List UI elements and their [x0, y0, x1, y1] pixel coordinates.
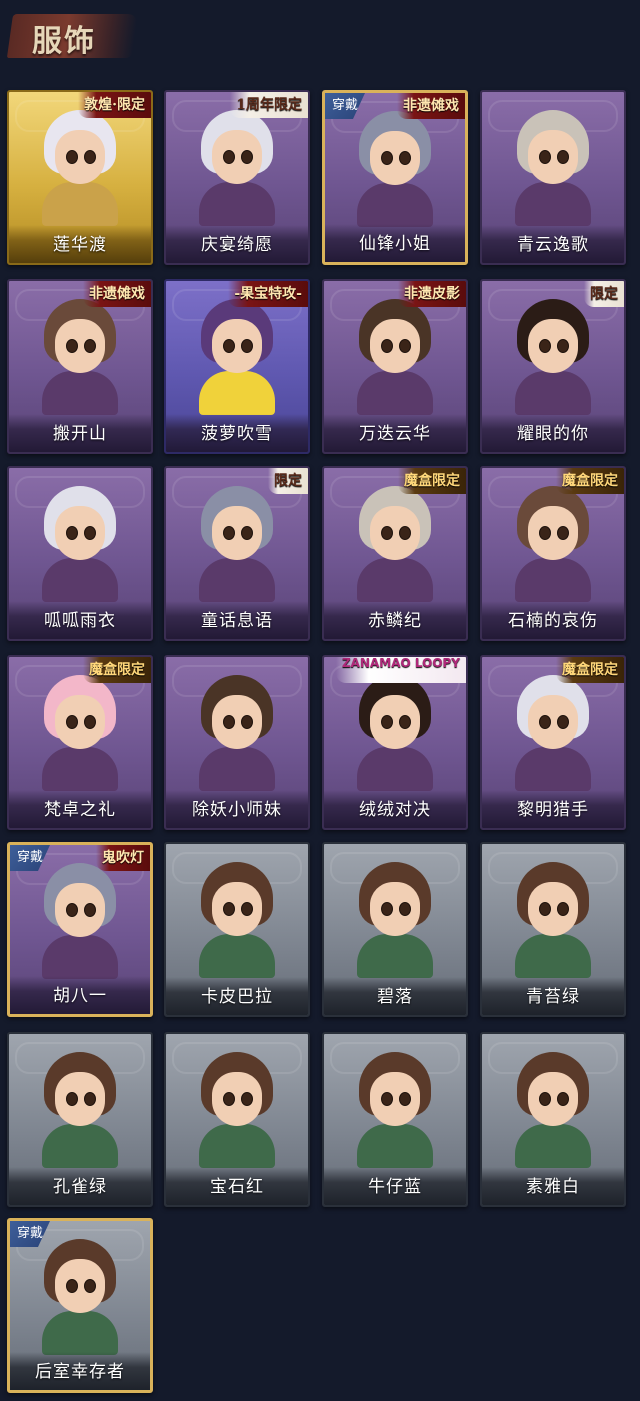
limited-tag: 敦煌·限定 — [78, 92, 151, 118]
character-portrait — [195, 862, 279, 978]
limited-tag: 魔盒限定 — [398, 468, 466, 494]
costume-card[interactable]: 宝石红 — [164, 1032, 310, 1207]
costume-name: 搬开山 — [53, 424, 107, 444]
costume-card[interactable]: 万迭云华 非遗皮影 — [322, 279, 468, 454]
costume-card[interactable]: 除妖小师妹 — [164, 655, 310, 830]
costume-card[interactable]: 菠萝吹雪 -果宝特攻- — [164, 279, 310, 454]
costume-card[interactable]: 青云逸歌 — [480, 90, 626, 265]
character-portrait — [38, 299, 122, 415]
costume-card[interactable]: 童话息语 限定 — [164, 466, 310, 641]
costume-name: 梵卓之礼 — [44, 800, 116, 820]
character-portrait — [38, 1052, 122, 1168]
costume-card[interactable]: 后室幸存者 穿戴 — [7, 1218, 153, 1393]
limited-tag: 限定 — [268, 468, 308, 494]
character-portrait — [511, 486, 595, 602]
character-portrait — [195, 1052, 279, 1168]
costume-name: 宝石红 — [210, 1177, 264, 1197]
limited-tag: -果宝特攻- — [228, 281, 308, 307]
costume-card[interactable]: 绒绒对决 ZANAMAO LOOPY — [322, 655, 468, 830]
character-portrait — [38, 486, 122, 602]
character-portrait — [353, 675, 437, 791]
limited-tag: ZANAMAO LOOPY — [335, 657, 466, 683]
character-portrait — [195, 299, 279, 415]
costume-name: 菠萝吹雪 — [201, 424, 273, 444]
costume-name: 绒绒对决 — [359, 800, 431, 820]
character-portrait — [38, 863, 122, 979]
costume-card[interactable]: 仙锋小姐 非遗傩戏 穿戴 — [322, 90, 468, 265]
character-portrait — [511, 675, 595, 791]
character-portrait — [511, 110, 595, 226]
costume-name: 耀眼的你 — [517, 424, 589, 444]
costume-card[interactable]: 素雅白 — [480, 1032, 626, 1207]
character-portrait — [511, 299, 595, 415]
costume-name: 孔雀绿 — [53, 1177, 107, 1197]
character-portrait — [38, 1239, 122, 1355]
limited-tag: 魔盒限定 — [556, 468, 624, 494]
costume-name: 后室幸存者 — [35, 1362, 125, 1382]
costume-name: 万迭云华 — [359, 424, 431, 444]
costume-name: 仙锋小姐 — [359, 234, 431, 254]
costume-name: 青云逸歌 — [517, 235, 589, 255]
costume-card[interactable]: 耀眼的你 限定 — [480, 279, 626, 454]
costume-name: 青苔绿 — [526, 987, 580, 1007]
costume-name: 素雅白 — [526, 1177, 580, 1197]
character-portrait — [38, 110, 122, 226]
character-portrait — [353, 111, 437, 227]
character-portrait — [195, 486, 279, 602]
character-portrait — [353, 1052, 437, 1168]
costume-name: 呱呱雨衣 — [44, 611, 116, 631]
costume-name: 黎明猎手 — [517, 800, 589, 820]
character-portrait — [353, 862, 437, 978]
character-portrait — [195, 110, 279, 226]
costume-grid: 莲华渡 敦煌·限定 庆宴绮愿 1周年限定 仙锋小姐 非遗傩戏 穿戴 青云逸歌 搬开山 非遗傩戏 菠萝… — [0, 0, 640, 1401]
costume-name: 莲华渡 — [53, 235, 107, 255]
character-portrait — [511, 862, 595, 978]
limited-tag: 非遗傩戏 — [397, 93, 465, 119]
costume-card[interactable]: 搬开山 非遗傩戏 — [7, 279, 153, 454]
costume-card[interactable]: 庆宴绮愿 1周年限定 — [164, 90, 310, 265]
costume-name: 碧落 — [377, 987, 413, 1007]
costume-card[interactable]: 梵卓之礼 魔盒限定 — [7, 655, 153, 830]
character-portrait — [195, 675, 279, 791]
limited-tag: 魔盒限定 — [83, 657, 151, 683]
limited-tag: 非遗皮影 — [398, 281, 466, 307]
character-portrait — [38, 675, 122, 791]
character-portrait — [353, 299, 437, 415]
costume-name: 庆宴绮愿 — [201, 235, 273, 255]
limited-tag: 限定 — [584, 281, 624, 307]
costume-card[interactable]: 黎明猎手 魔盒限定 — [480, 655, 626, 830]
costume-card[interactable]: 碧落 — [322, 842, 468, 1017]
costume-name: 赤鳞纪 — [368, 611, 422, 631]
costume-name: 牛仔蓝 — [368, 1177, 422, 1197]
character-portrait — [353, 486, 437, 602]
costume-name: 童话息语 — [201, 611, 273, 631]
costume-name: 石楠的哀伤 — [508, 611, 598, 631]
limited-tag: 魔盒限定 — [556, 657, 624, 683]
character-portrait — [511, 1052, 595, 1168]
limited-tag: 鬼吹灯 — [96, 845, 150, 871]
costume-card[interactable]: 牛仔蓝 — [322, 1032, 468, 1207]
limited-tag: 1周年限定 — [230, 92, 308, 118]
costume-name: 卡皮巴拉 — [201, 987, 273, 1007]
costume-card[interactable]: 卡皮巴拉 — [164, 842, 310, 1017]
costume-card[interactable]: 石楠的哀伤 魔盒限定 — [480, 466, 626, 641]
costume-card[interactable]: 呱呱雨衣 — [7, 466, 153, 641]
costume-card[interactable]: 青苔绿 — [480, 842, 626, 1017]
costume-name: 胡八一 — [53, 986, 107, 1006]
costume-name: 除妖小师妹 — [192, 800, 282, 820]
costume-card[interactable]: 莲华渡 敦煌·限定 — [7, 90, 153, 265]
limited-tag: 非遗傩戏 — [83, 281, 151, 307]
costume-card[interactable]: 胡八一 鬼吹灯 穿戴 — [7, 842, 153, 1017]
costume-card[interactable]: 孔雀绿 — [7, 1032, 153, 1207]
costume-card[interactable]: 赤鳞纪 魔盒限定 — [322, 466, 468, 641]
